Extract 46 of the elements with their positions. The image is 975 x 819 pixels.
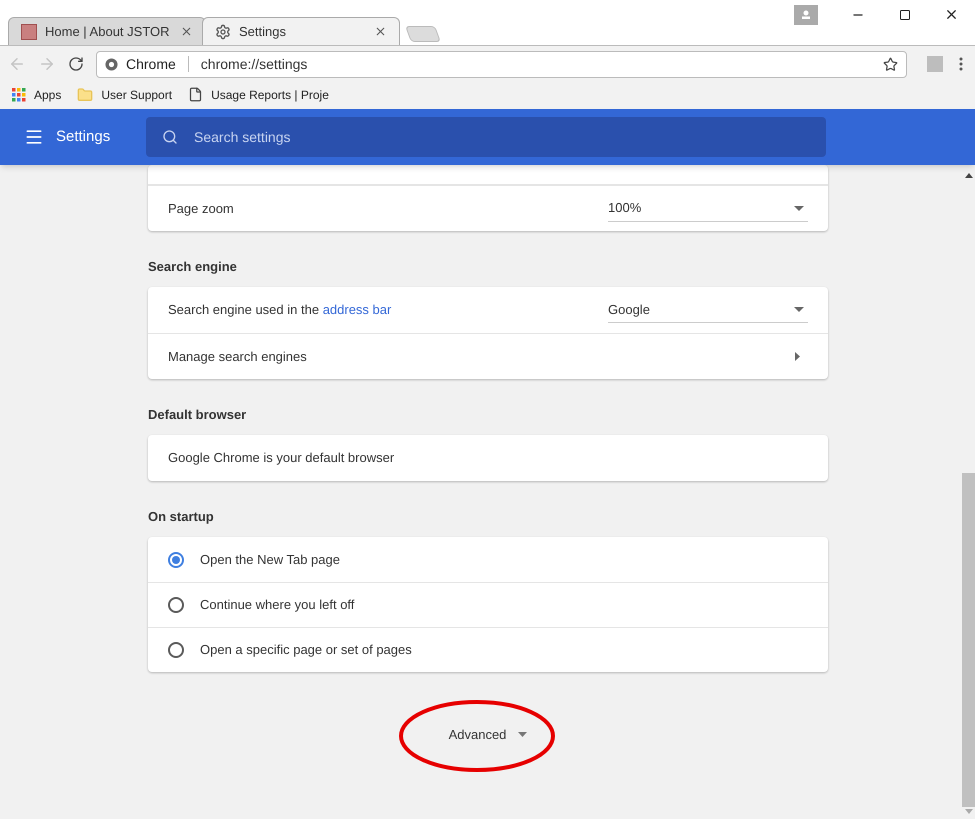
page-icon [188, 87, 204, 102]
caret-down-icon [794, 307, 804, 312]
search-input[interactable]: Search settings [194, 126, 810, 148]
menu-icon[interactable] [959, 57, 963, 71]
search-field[interactable]: Search settings [146, 117, 826, 157]
setting-label: Search engine used in the address bar [168, 301, 392, 320]
section-heading: Search engine [148, 258, 238, 276]
folder-icon [77, 86, 94, 102]
caret-down-icon [518, 732, 528, 738]
section-heading: On startup [148, 508, 215, 526]
dropdown-select[interactable]: 100% [608, 196, 808, 222]
bookmark-item[interactable]: Apps [12, 86, 62, 104]
tab-title: Settings [239, 22, 287, 41]
browser-tab[interactable]: Home | About JSTOR [8, 17, 206, 45]
setting-label: Manage search engines [168, 348, 308, 366]
setting-label: Google Chrome is your default browser [168, 449, 396, 468]
browser-tab[interactable]: Settings [202, 17, 400, 45]
url-text: chrome://settings [200, 54, 308, 74]
close-icon[interactable] [374, 25, 387, 38]
search-icon [162, 129, 178, 145]
caret-down-icon [794, 206, 804, 210]
site-label: Chrome [126, 54, 176, 74]
gear-icon [215, 24, 231, 40]
radio-button[interactable] [168, 552, 184, 568]
section-heading: Default browser [148, 406, 248, 424]
setting-label: Page zoom [168, 200, 235, 218]
dropdown-select[interactable]: Google [608, 297, 808, 323]
apps-grid-icon [12, 88, 26, 102]
radio-label: Continue where you left off [200, 596, 354, 614]
radio-button[interactable] [168, 642, 184, 658]
address-bar-link[interactable]: address bar [322, 302, 392, 318]
radio-button[interactable] [168, 597, 184, 613]
radio-label: Open the New Tab page [200, 550, 340, 569]
bookmark-star-icon[interactable] [883, 56, 898, 72]
address-bar[interactable]: Chrome chrome://settings [96, 50, 907, 78]
maximize-icon[interactable] [899, 8, 911, 20]
radio-label: Open a specific page or set of pages [200, 641, 412, 660]
close-icon[interactable] [944, 7, 959, 22]
reload-icon[interactable] [68, 56, 84, 72]
bookmark-item[interactable]: Usage Reports | Proje [188, 86, 329, 104]
chevron-right-icon[interactable] [795, 352, 800, 361]
bookmark-item[interactable]: User Support [77, 86, 172, 104]
site-favicon-icon [21, 24, 37, 40]
page-title: Settings [56, 126, 112, 147]
scroll-up-arrow-icon[interactable] [964, 173, 972, 178]
tab-title: Home | About JSTOR [45, 22, 171, 41]
